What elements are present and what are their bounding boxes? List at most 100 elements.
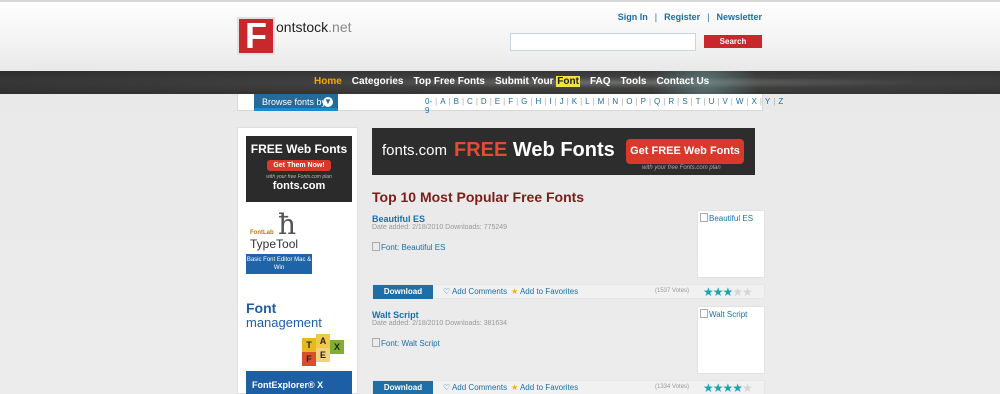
letter-link-a[interactable]: A: [440, 97, 445, 115]
letter-link-w[interactable]: W: [736, 97, 744, 115]
signin-link[interactable]: Sign In: [618, 12, 648, 22]
letter-link-r[interactable]: R: [668, 97, 674, 115]
star-icon: ★: [511, 287, 520, 296]
nav-submit-font[interactable]: Submit Your Font: [495, 76, 580, 87]
letter-link-t[interactable]: T: [696, 97, 701, 115]
account-links: Sign In | Register | Newsletter: [618, 12, 762, 22]
rating-star-icon[interactable]: ★: [703, 381, 714, 394]
rating-star-icon[interactable]: ★: [742, 285, 753, 299]
separator: |: [475, 97, 478, 106]
letter-link-g[interactable]: G: [521, 97, 527, 115]
letter-link-q[interactable]: Q: [654, 97, 660, 115]
comment-icon: ♡: [443, 287, 452, 296]
font-actions: Download ♡ Add Comments ★ Add to Favorit…: [372, 380, 765, 394]
register-link[interactable]: Register: [664, 12, 700, 22]
letter-link-v[interactable]: V: [722, 97, 727, 115]
letter-link-n[interactable]: N: [612, 97, 618, 115]
rating-stars[interactable]: ★★★★★: [703, 381, 753, 394]
font-meta: Date added: 2/18/2010 Downloads: 381634: [372, 320, 508, 327]
search-button[interactable]: Search: [704, 35, 762, 48]
letter-link-z[interactable]: Z: [778, 97, 783, 115]
ad-free-web-fonts[interactable]: FREE Web Fonts Get Them Now! with your f…: [246, 136, 352, 202]
search-input[interactable]: [510, 33, 696, 51]
letter-link-l[interactable]: L: [585, 97, 589, 115]
banner-brand: fonts.com: [382, 142, 448, 159]
rating-star-icon[interactable]: ★: [703, 285, 714, 299]
nav-faq[interactable]: FAQ: [590, 76, 611, 87]
separator: |: [503, 97, 506, 106]
font-preview-image[interactable]: Font: Beautiful ES: [372, 242, 445, 252]
ad-typetool-tagline[interactable]: Basic Font Editor Mac & Win: [246, 254, 312, 274]
rating-star-icon[interactable]: ★: [742, 381, 753, 394]
ad-fontlab: FontLab: [250, 230, 274, 236]
font-thumbnail[interactable]: Walt Script: [697, 306, 765, 374]
rating-stars[interactable]: ★★★★★: [703, 285, 753, 299]
separator: |: [663, 97, 666, 106]
letter-link-p[interactable]: P: [641, 97, 646, 115]
rating-star-icon[interactable]: ★: [713, 381, 724, 394]
separator: |: [435, 97, 438, 106]
separator: |: [621, 97, 624, 106]
rating-star-icon[interactable]: ★: [732, 381, 743, 394]
letter-link-b[interactable]: B: [454, 97, 459, 115]
comments-label: Add Comments: [451, 287, 508, 296]
comments-label: Add Comments: [451, 383, 508, 392]
letter-link-f[interactable]: F: [508, 97, 513, 115]
newsletter-link[interactable]: Newsletter: [716, 12, 762, 22]
site-logo[interactable]: F ontstock.net: [237, 17, 352, 55]
add-comments-link[interactable]: ♡ Add Comments: [443, 383, 507, 392]
font-actions: Download ♡ Add Comments ★ Add to Favorit…: [372, 284, 765, 299]
rating-star-icon[interactable]: ★: [723, 381, 734, 394]
rating-star-icon[interactable]: ★: [732, 285, 743, 299]
letter-link-x[interactable]: X: [752, 97, 757, 115]
rating-star-icon[interactable]: ★: [713, 285, 724, 299]
letter-link-c[interactable]: C: [467, 97, 473, 115]
font-thumbnail[interactable]: Beautiful ES: [697, 210, 765, 278]
section-title: Top 10 Most Popular Free Fonts: [372, 189, 585, 205]
ad-fontexplorer[interactable]: Font management T A F E X FontExplorer® …: [246, 284, 352, 394]
download-button[interactable]: Download: [373, 285, 433, 299]
font-name-link[interactable]: Walt Script: [372, 310, 419, 320]
letter-link-m[interactable]: M: [598, 97, 605, 115]
separator: |: [592, 97, 595, 106]
letter-link-y[interactable]: Y: [765, 97, 770, 115]
promo-banner[interactable]: fonts.com FREE Web Fonts Get FREE Web Fo…: [372, 128, 755, 175]
letter-link-i[interactable]: I: [549, 97, 551, 115]
rating-star-icon[interactable]: ★: [723, 285, 734, 299]
letter-link-s[interactable]: S: [682, 97, 687, 115]
nav-categories[interactable]: Categories: [352, 76, 404, 87]
nav-tools[interactable]: Tools: [621, 76, 647, 87]
letter-link-k[interactable]: K: [572, 97, 577, 115]
browse-fonts-button[interactable]: Browse fonts by ▼: [254, 94, 338, 111]
banner-cta-button[interactable]: Get FREE Web Fonts: [626, 139, 744, 164]
add-favorites-link[interactable]: ★ Add to Favorites: [511, 383, 578, 392]
download-button[interactable]: Download: [373, 381, 433, 394]
separator: |: [654, 12, 658, 22]
letter-link-o[interactable]: O: [626, 97, 632, 115]
add-comments-link[interactable]: ♡ Add Comments: [443, 287, 507, 296]
separator: |: [648, 97, 652, 106]
ad-product: FontExplorer® X: [246, 371, 352, 394]
letter-link-j[interactable]: J: [560, 97, 564, 115]
font-preview-image[interactable]: Font: Walt Script: [372, 338, 440, 348]
letter-link-u[interactable]: U: [709, 97, 715, 115]
ad-button[interactable]: Get Them Now!: [267, 160, 331, 171]
letter-link-0-9[interactable]: 0-9: [425, 97, 432, 115]
nav-submit-prefix: Submit Your: [494, 76, 557, 87]
separator: |: [677, 97, 680, 106]
separator: |: [607, 97, 610, 106]
letter-link-h[interactable]: H: [535, 97, 541, 115]
browse-label: Browse fonts by: [262, 97, 327, 107]
add-favorites-link[interactable]: ★ Add to Favorites: [511, 287, 578, 296]
nav-contact[interactable]: Contact Us: [656, 76, 709, 87]
font-name-link[interactable]: Beautiful ES: [372, 214, 425, 224]
nav-top-free-fonts[interactable]: Top Free Fonts: [413, 76, 484, 87]
letter-link-d[interactable]: D: [481, 97, 487, 115]
ad-typetool-name: TypeTool: [250, 237, 299, 251]
separator: |: [461, 97, 465, 106]
nav-home[interactable]: Home: [314, 76, 342, 87]
vote-count: (1334 Votes): [655, 384, 690, 390]
letter-link-e[interactable]: E: [495, 97, 500, 115]
separator: |: [746, 97, 749, 106]
star-icon: ★: [511, 383, 520, 392]
